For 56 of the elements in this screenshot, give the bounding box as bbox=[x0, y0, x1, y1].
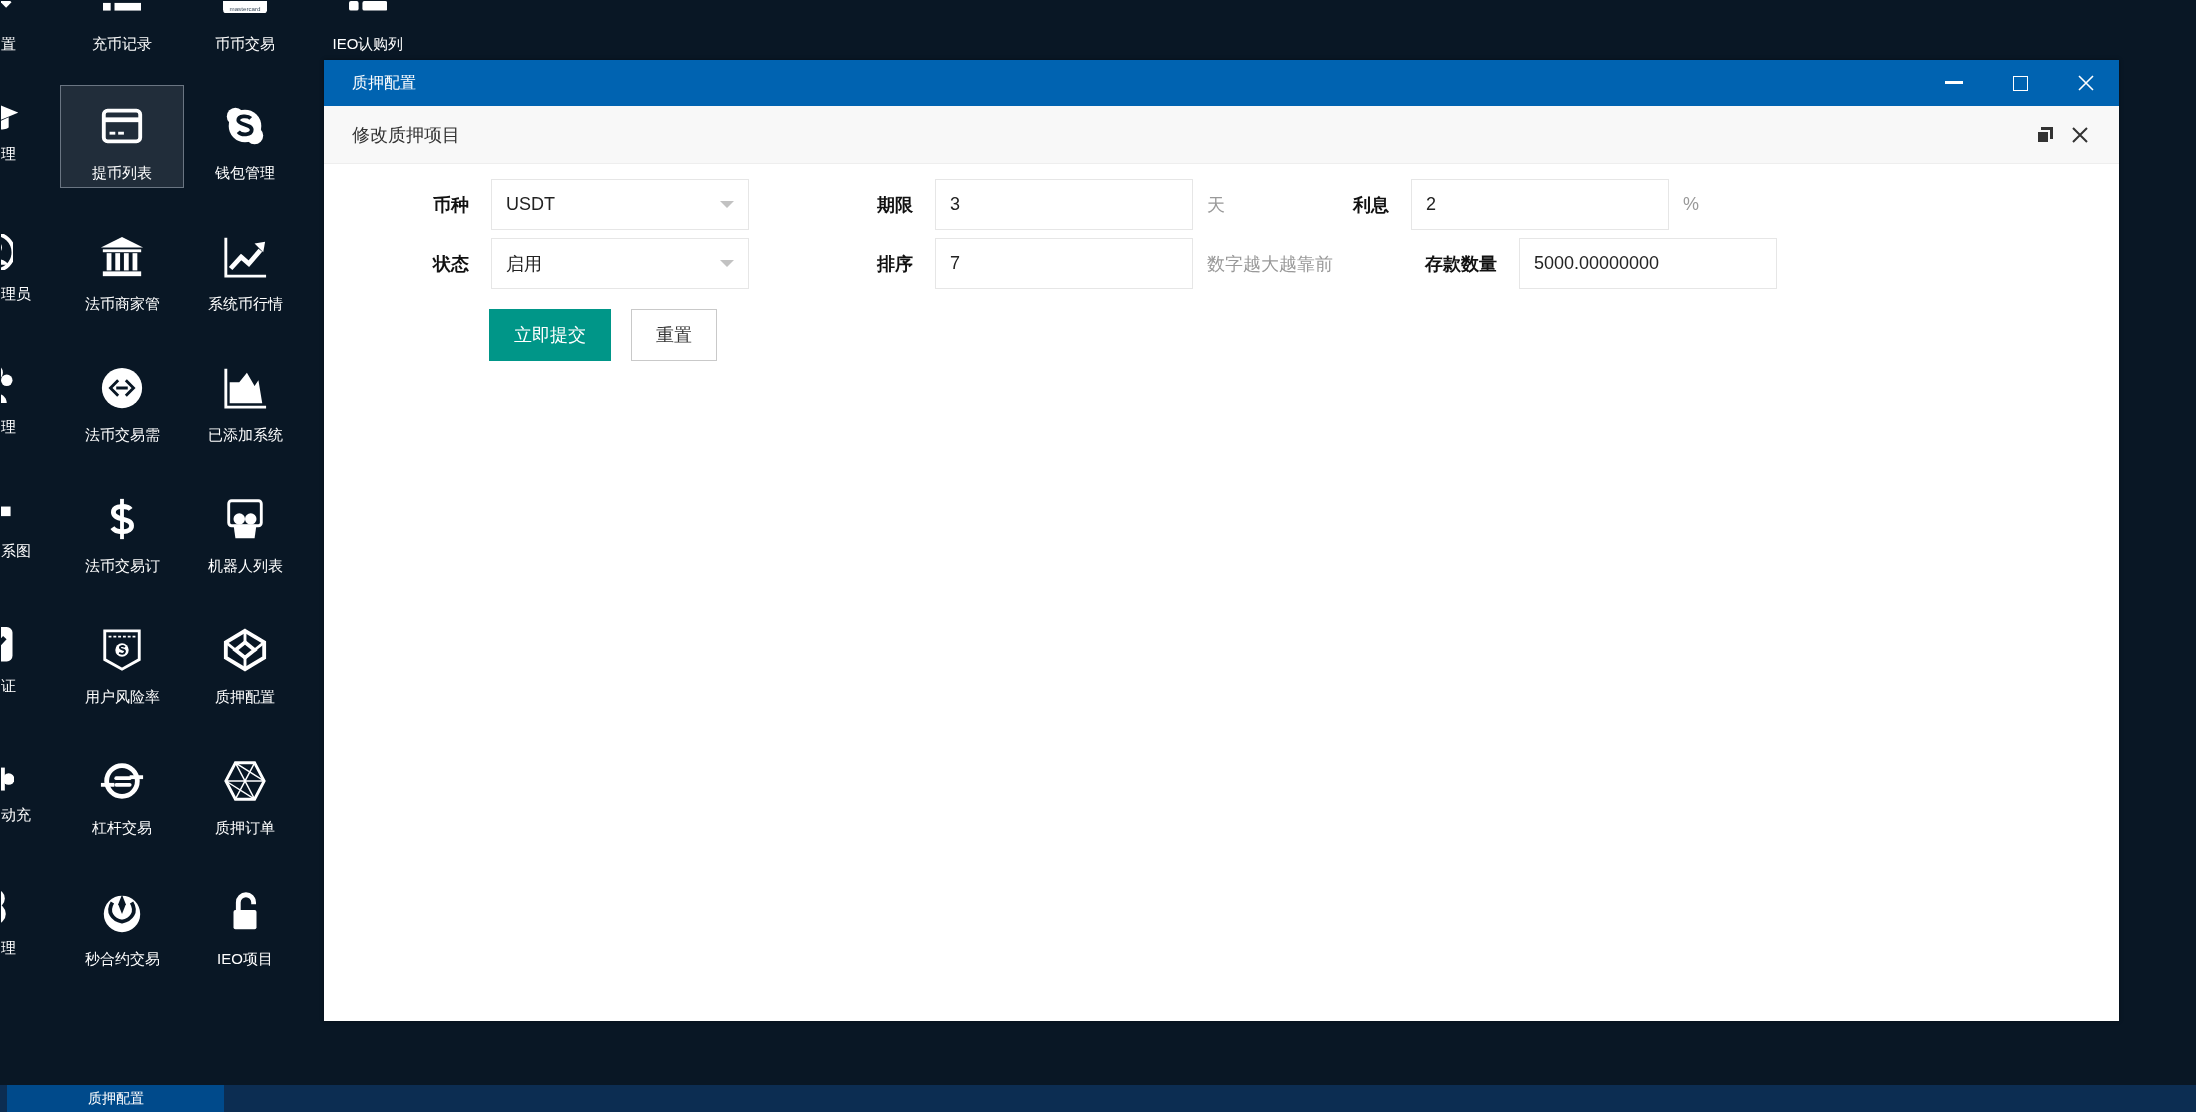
desktop-shortcut[interactable]: 证 bbox=[0, 609, 60, 712]
desktop-shortcut[interactable]: IEO认购列 bbox=[306, 0, 430, 56]
close-icon bbox=[2071, 126, 2088, 143]
minimize-icon bbox=[1945, 81, 1963, 85]
window-title: 质押配置 bbox=[352, 72, 417, 93]
restore-icon bbox=[2035, 125, 2054, 144]
field-label: 存款数量 bbox=[1423, 252, 1498, 276]
desktop-shortcut[interactable]: 用户风险率 bbox=[60, 609, 184, 712]
input-field[interactable]: 2 bbox=[1411, 179, 1669, 230]
field-hint: 数字越大越靠前 bbox=[1207, 252, 1333, 276]
field-label: 利息 bbox=[1351, 193, 1390, 217]
input-field[interactable]: 5000.00000000 bbox=[1519, 238, 1777, 289]
desktop-shortcut[interactable]: 杠杆交易 bbox=[60, 740, 184, 843]
taskbar-tab[interactable]: 质押配置 bbox=[7, 1085, 224, 1112]
desktop-shortcut[interactable]: 法币交易订 bbox=[60, 478, 184, 581]
field-hint: % bbox=[1683, 194, 1699, 215]
select-field[interactable]: USDT bbox=[491, 179, 749, 230]
desktop-shortcut[interactable]: 理员 bbox=[0, 216, 60, 319]
desktop-shortcut[interactable]: 质押配置 bbox=[184, 609, 306, 712]
desktop-shortcut[interactable]: 动充 bbox=[0, 740, 60, 843]
link-circle-icon bbox=[99, 365, 145, 411]
list-icon bbox=[102, 1, 142, 11]
desktop-shortcut[interactable]: 钱包管理 bbox=[184, 85, 306, 188]
tab-title: 修改质押项目 bbox=[352, 123, 461, 147]
maximize-icon bbox=[2012, 75, 2028, 91]
desktop-shortcut[interactable]: 法币交易需 bbox=[60, 347, 184, 450]
desktop-shortcut[interactable]: 秒合约交易 bbox=[60, 871, 184, 974]
desktop-shortcut[interactable]: 系统币行情 bbox=[184, 216, 306, 319]
submit-button[interactable]: 立即提交 bbox=[489, 309, 611, 361]
desktop-shortcut[interactable]: 理 bbox=[0, 871, 60, 974]
field-hint: 天 bbox=[1207, 193, 1225, 217]
input-field[interactable]: 7 bbox=[935, 238, 1193, 289]
desktop-shortcut[interactable]: 充币记录 bbox=[60, 0, 184, 56]
caret-icon bbox=[720, 200, 734, 209]
reset-button[interactable]: 重置 bbox=[631, 309, 717, 361]
cube-icon bbox=[222, 627, 268, 673]
select-field[interactable]: 启用 bbox=[491, 238, 749, 289]
caret-icon bbox=[720, 259, 734, 268]
desktop-shortcut[interactable]: 已添加系统 bbox=[184, 347, 306, 450]
desktop-shortcut[interactable]: 置 bbox=[0, 0, 60, 56]
desktop-shortcut[interactable]: 系图 bbox=[0, 478, 60, 581]
desktop-shortcut[interactable]: 理 bbox=[0, 85, 60, 188]
field-label: 期限 bbox=[876, 193, 914, 217]
hexagon-icon bbox=[222, 758, 268, 804]
desktop-shortcut[interactable]: 机器人列表 bbox=[184, 478, 306, 581]
desktop-shortcut[interactable]: 法币商家管 bbox=[60, 216, 184, 319]
desktop-shortcut[interactable]: 提币列表 bbox=[60, 85, 184, 188]
desktop-shortcut[interactable]: 理 bbox=[0, 347, 60, 450]
field-label: 排序 bbox=[876, 252, 914, 276]
desktop-shortcut[interactable]: IEO项目 bbox=[184, 871, 306, 974]
close-icon bbox=[2078, 75, 2094, 91]
bars-icon bbox=[348, 1, 388, 11]
field-label: 状态 bbox=[431, 252, 470, 276]
desktop-shortcut[interactable]: 质押订单 bbox=[184, 740, 306, 843]
field-label: 币种 bbox=[432, 193, 470, 217]
input-field[interactable]: 3 bbox=[935, 179, 1193, 230]
